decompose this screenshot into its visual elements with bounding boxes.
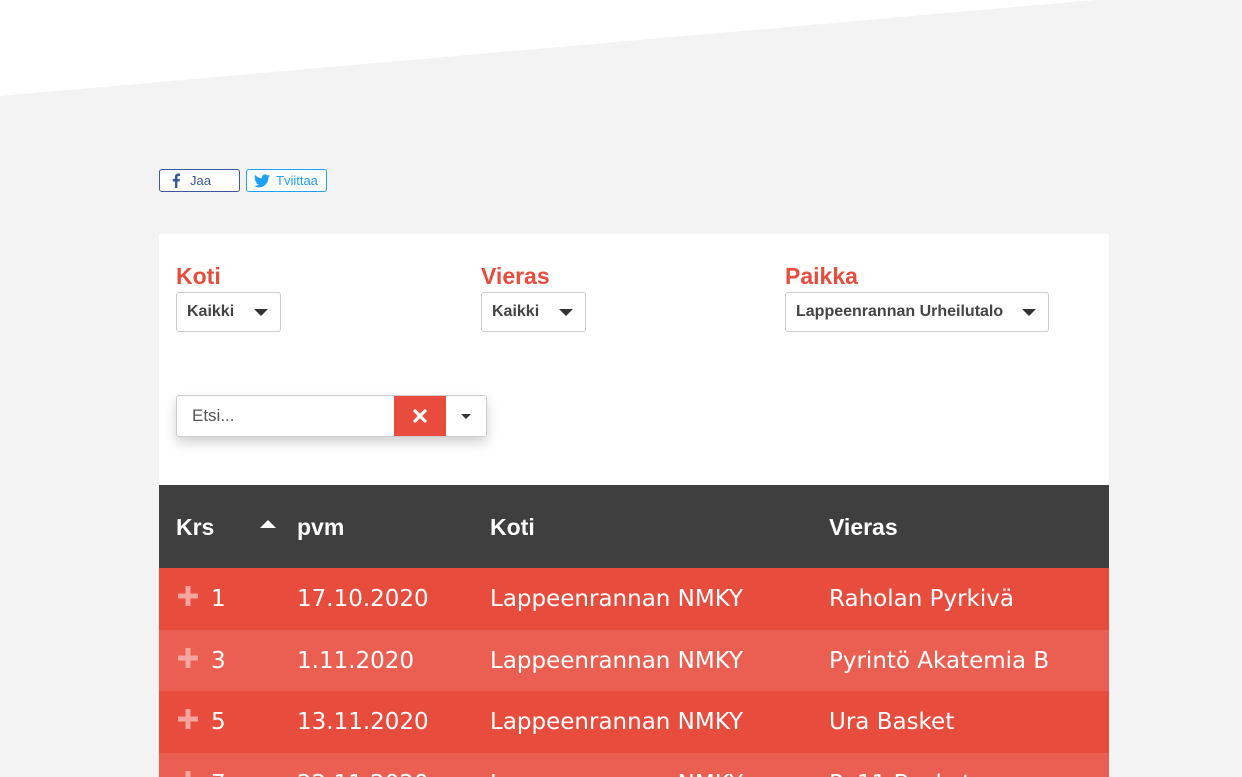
facebook-share-label: Jaa xyxy=(190,173,211,188)
cell-home: Lappeenrannan NMKY xyxy=(490,769,743,777)
twitter-icon xyxy=(254,173,270,189)
plus-icon[interactable] xyxy=(178,647,198,668)
column-header-vieras[interactable]: Vieras xyxy=(829,513,898,541)
twitter-share-button[interactable]: Tviittaa xyxy=(246,169,327,192)
cell-home: Lappeenrannan NMKY xyxy=(490,709,744,735)
cell-pvm: 22.11.2020 xyxy=(297,769,429,777)
cell-away: Pyrintö Akatemia B xyxy=(829,647,1050,674)
table-row[interactable]: 1 17.10.2020 Lappeenrannan NMKY Raholan … xyxy=(159,568,1109,630)
cell-home: Lappeenrannan NMKY xyxy=(490,586,744,612)
away-filter-value: Kaikki xyxy=(492,303,540,320)
home-filter-select[interactable]: Kaikki xyxy=(176,292,281,332)
table-row[interactable]: 3 1.11.2020 Lappeenrannan NMKY Pyrintö A… xyxy=(159,629,1109,691)
chevron-down-icon xyxy=(1022,308,1036,316)
cell-pvm: 17.10.2020 xyxy=(297,586,429,612)
close-icon xyxy=(413,409,427,423)
chevron-down-icon xyxy=(254,308,268,316)
page: Jaa Tviittaa Koti Kaikki Vieras Kaikki P… xyxy=(0,0,1242,777)
clear-search-button[interactable] xyxy=(394,396,446,436)
column-header-pvm[interactable]: pvm xyxy=(297,513,344,541)
cell-away: Raholan Pyrkivä xyxy=(829,586,1014,612)
games-table: Krs pvm Koti Vieras 1 17.10.2020 Lappeen… xyxy=(159,485,1109,777)
search-input[interactable] xyxy=(177,396,394,436)
table-row[interactable]: 7 22.11.2020 Lappeenrannan NMKY Pu11 Bas… xyxy=(159,752,1109,777)
table-header: Krs pvm Koti Vieras xyxy=(159,485,1109,568)
plus-icon[interactable] xyxy=(178,709,198,729)
twitter-share-label: Tviittaa xyxy=(276,173,318,188)
facebook-icon xyxy=(168,173,184,189)
venue-filter-select[interactable]: Lappeenrannan Urheilutalo xyxy=(785,292,1049,332)
cell-krs: 1 xyxy=(211,586,226,612)
caret-down-icon xyxy=(461,413,471,419)
venue-filter: Paikka Lappeenrannan Urheilutalo xyxy=(785,262,1049,332)
search-options-toggle[interactable] xyxy=(446,396,486,436)
hero-background-shape xyxy=(0,0,1242,96)
cell-home: Lappeenrannan NMKY xyxy=(490,647,744,674)
share-bar: Jaa Tviittaa xyxy=(159,169,327,192)
home-filter-value: Kaikki xyxy=(187,303,235,320)
cell-krs: 3 xyxy=(211,647,226,674)
home-filter: Koti Kaikki xyxy=(176,262,281,332)
filter-panel: Koti Kaikki Vieras Kaikki Paikka Lappeen… xyxy=(159,234,1109,485)
away-filter-label: Vieras xyxy=(481,263,550,289)
cell-away: Pu11 Basket xyxy=(829,769,971,777)
venue-filter-value: Lappeenrannan Urheilutalo xyxy=(796,303,1004,320)
search-box xyxy=(176,395,487,437)
cell-pvm: 13.11.2020 xyxy=(297,709,429,735)
plus-icon[interactable] xyxy=(178,586,198,606)
plus-icon[interactable] xyxy=(178,770,198,777)
column-header-koti[interactable]: Koti xyxy=(490,513,535,541)
cell-away: Ura Basket xyxy=(829,709,955,735)
venue-filter-label: Paikka xyxy=(785,263,858,289)
cell-krs: 7 xyxy=(211,769,226,777)
facebook-share-button[interactable]: Jaa xyxy=(159,169,240,192)
table-row[interactable]: 5 13.11.2020 Lappeenrannan NMKY Ura Bask… xyxy=(159,691,1109,753)
column-header-krs[interactable]: Krs xyxy=(176,513,214,541)
home-filter-label: Koti xyxy=(176,263,221,289)
cell-krs: 5 xyxy=(211,709,226,735)
chevron-down-icon xyxy=(559,308,573,316)
away-filter: Vieras Kaikki xyxy=(481,262,586,332)
sort-ascending-icon[interactable] xyxy=(260,520,276,528)
away-filter-select[interactable]: Kaikki xyxy=(481,292,586,332)
cell-pvm: 1.11.2020 xyxy=(297,647,415,674)
